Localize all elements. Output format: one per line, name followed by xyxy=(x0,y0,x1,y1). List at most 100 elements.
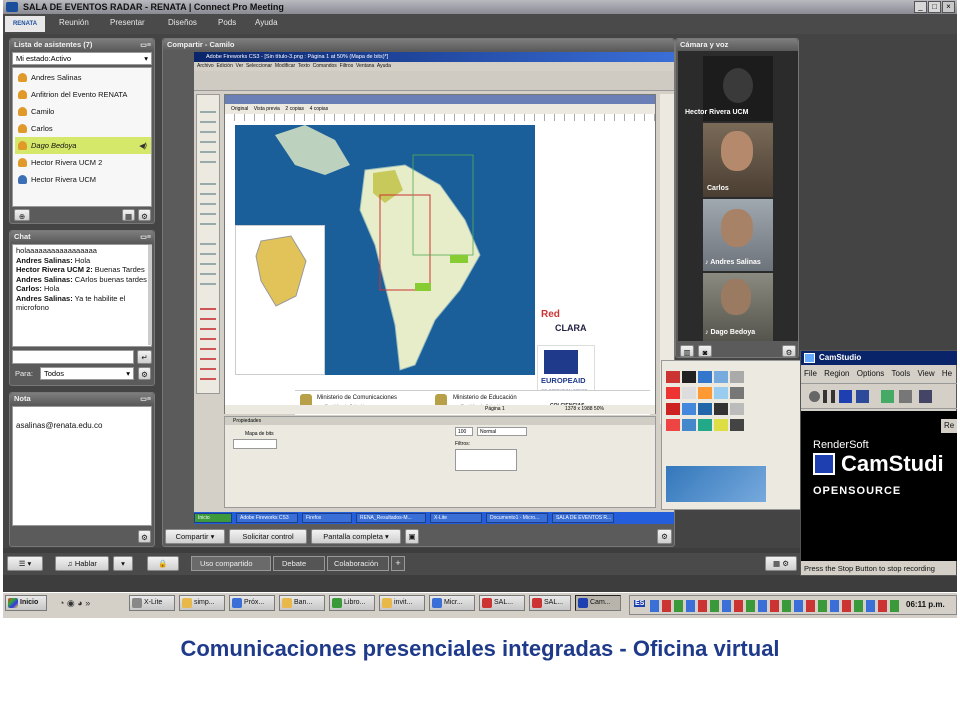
stop-icon-alt[interactable] xyxy=(856,390,869,403)
inner-task[interactable]: Documento1 - Micro... xyxy=(486,513,548,523)
cs-menu-file[interactable]: File xyxy=(804,369,817,378)
tab-preview[interactable]: Vista previa xyxy=(254,106,280,112)
settings-icon[interactable]: ⚙ xyxy=(657,529,672,544)
settings-icon[interactable]: ⚙ xyxy=(138,530,151,543)
inner-task[interactable]: X-Lite xyxy=(430,513,482,523)
fw-menu-item[interactable]: Ver xyxy=(236,63,244,69)
tab-original[interactable]: Original xyxy=(231,106,248,112)
cs-menu-region[interactable]: Region xyxy=(824,369,849,378)
quick-launch[interactable]: ◔ ◉ ◕ » xyxy=(59,598,119,610)
fw-menu-item[interactable]: Comandos xyxy=(313,63,337,69)
pause-icon[interactable] xyxy=(823,390,835,403)
fw-menu-item[interactable]: Filtros xyxy=(340,63,354,69)
tab-4up[interactable]: 4 copias xyxy=(310,106,329,112)
fullscreen-button[interactable]: Pantalla completa ▾ xyxy=(311,529,401,544)
taskbar-item[interactable]: Libro... xyxy=(329,595,375,611)
fw-menu-item[interactable]: Modificar xyxy=(275,63,295,69)
request-control-button[interactable]: Solicitar control xyxy=(229,529,307,544)
send-button[interactable]: ↵ xyxy=(137,350,152,364)
inner-task[interactable]: Adobe Fireworks CS3 xyxy=(236,513,298,523)
tab-collaboration[interactable]: Colaboración xyxy=(327,556,389,571)
camera-button[interactable]: ◙ xyxy=(698,345,712,357)
talk-button[interactable]: ♫ Hablar xyxy=(55,556,109,571)
filters-list[interactable] xyxy=(455,449,517,471)
settings-icon[interactable]: ⚙ xyxy=(782,345,796,357)
stop-icon[interactable] xyxy=(839,390,852,403)
attendee-item[interactable]: Anfitrion del Evento RENATA xyxy=(15,86,151,103)
fw-menu-item[interactable]: Seleccionar xyxy=(246,63,272,69)
maximize-button[interactable]: □ xyxy=(928,1,941,13)
tools-group[interactable] xyxy=(200,175,216,225)
attendee-item[interactable]: Hector Rivera UCM xyxy=(15,171,151,188)
add-attendee-button[interactable]: ⊕ xyxy=(14,209,30,221)
blend-mode-select[interactable]: Normal xyxy=(477,427,527,436)
start-button[interactable]: Inicio xyxy=(5,595,47,611)
settings-icon[interactable]: ⚙ xyxy=(138,209,151,221)
fw-menu-item[interactable]: Texto xyxy=(298,63,310,69)
opacity-field[interactable]: 100 xyxy=(455,427,473,436)
taskbar-item[interactable]: invit... xyxy=(379,595,425,611)
taskbar-item[interactable]: X-Lite xyxy=(129,595,175,611)
add-tab-button[interactable]: + xyxy=(391,556,405,571)
attendee-item[interactable]: Hector Rivera UCM 2 xyxy=(15,154,151,171)
menu-reunion[interactable]: Reunión xyxy=(59,18,89,27)
cs-menu-tools[interactable]: Tools xyxy=(892,369,911,378)
note-body[interactable]: asalinas@renata.edu.co xyxy=(12,406,152,526)
attendee-item[interactable]: Carlos xyxy=(15,120,151,137)
status-select[interactable]: Mi estado:Activo ▾ xyxy=(12,52,152,65)
inner-task[interactable]: RENA_Resultados-M... xyxy=(356,513,426,523)
lock-button[interactable]: 🔒 xyxy=(147,556,179,571)
cs-menu-view[interactable]: View xyxy=(917,369,934,378)
taskbar-item[interactable]: Micr... xyxy=(429,595,475,611)
taskbar-item-active[interactable]: Cam... xyxy=(575,595,621,611)
recipient-select[interactable]: Todos ▾ xyxy=(40,367,134,380)
fw-menu-item[interactable]: Edición xyxy=(216,63,232,69)
menu-ayuda[interactable]: Ayuda xyxy=(255,18,278,27)
menu-disenos[interactable]: Diseños xyxy=(168,18,197,27)
tools-group[interactable] xyxy=(200,235,216,285)
view-button[interactable]: ▦ xyxy=(122,209,135,221)
attendee-item[interactable]: Andres Salinas xyxy=(15,69,151,86)
tab-debate[interactable]: Debate xyxy=(273,556,325,571)
tab-2up[interactable]: 2 copias xyxy=(285,106,304,112)
menu-pods[interactable]: Pods xyxy=(218,18,236,27)
close-button[interactable]: × xyxy=(942,1,955,13)
inner-task[interactable]: Firefox xyxy=(302,513,352,523)
annotate-icon[interactable] xyxy=(919,390,932,403)
pod-menu-icon[interactable]: ▭≡ xyxy=(140,394,151,405)
minimize-button[interactable]: _ xyxy=(914,1,927,13)
taskbar-item[interactable]: Próx... xyxy=(229,595,275,611)
layout-button[interactable]: ▥ xyxy=(680,345,694,357)
taskbar-item[interactable]: simp... xyxy=(179,595,225,611)
pods-menu-button[interactable]: ☰ ▾ xyxy=(7,556,43,571)
cs-menu-help[interactable]: He xyxy=(942,369,952,378)
fw-menu-item[interactable]: Ayuda xyxy=(377,63,391,69)
region-icon[interactable] xyxy=(881,390,894,403)
chat-menu-button[interactable]: ⚙ xyxy=(138,367,151,380)
properties-name-field[interactable] xyxy=(233,439,277,449)
taskbar-item[interactable]: SAL... xyxy=(479,595,525,611)
tab-shared-use[interactable]: Uso compartido xyxy=(191,556,271,571)
fit-view-button[interactable]: ▣ xyxy=(405,529,419,544)
record-icon[interactable] xyxy=(809,391,820,402)
attendee-item-speaking[interactable]: Dago Bedoya ◀) xyxy=(15,137,151,154)
options-icon[interactable] xyxy=(899,390,912,403)
menu-presentar[interactable]: Presentar xyxy=(110,18,145,27)
pod-menu-icon[interactable]: ▭≡ xyxy=(140,232,151,243)
page-indicator[interactable]: Página 1 xyxy=(485,405,505,414)
attendee-item[interactable]: Camilo xyxy=(15,103,151,120)
color-tools-group[interactable] xyxy=(200,300,216,380)
chat-input[interactable] xyxy=(12,350,134,364)
share-button[interactable]: Compartir ▾ xyxy=(165,529,225,544)
tray-icons[interactable] xyxy=(650,600,900,612)
tools-group[interactable] xyxy=(200,103,216,163)
fw-menu-item[interactable]: Ventana xyxy=(356,63,374,69)
inner-task[interactable]: SALA DE EVENTOS R... xyxy=(552,513,614,523)
layout-settings-button[interactable]: ▦ ⚙ xyxy=(765,556,797,571)
chat-scrollbar[interactable] xyxy=(148,245,152,345)
taskbar-item[interactable]: Ban... xyxy=(279,595,325,611)
language-indicator[interactable]: ES xyxy=(634,600,646,607)
taskbar-item[interactable]: SAL... xyxy=(529,595,571,611)
fw-menu-item[interactable]: Archivo xyxy=(197,63,214,69)
camera-toggle-button[interactable]: ▾ xyxy=(113,556,133,571)
